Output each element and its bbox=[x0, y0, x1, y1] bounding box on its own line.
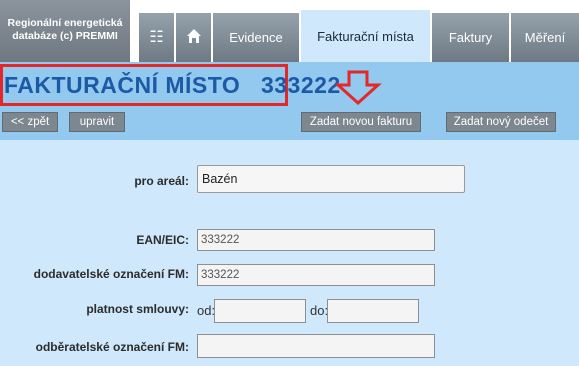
areal-label: pro areál: bbox=[134, 174, 189, 188]
tab-faktury-label: Faktury bbox=[448, 30, 493, 45]
home-button[interactable] bbox=[175, 13, 211, 62]
brand-line-1: Regionální energetická bbox=[7, 17, 123, 29]
tab-evidence-label: Evidence bbox=[229, 30, 283, 45]
customer-designation-field[interactable] bbox=[197, 334, 435, 358]
tab-fakturacni-mista-label: Fakturační místa bbox=[317, 28, 414, 44]
tab-faktury[interactable]: Faktury bbox=[431, 13, 509, 62]
validity-to-field[interactable] bbox=[327, 299, 419, 323]
tab-mereni-label: Měření bbox=[524, 30, 566, 45]
supplier-designation-field[interactable]: 333222 bbox=[197, 264, 435, 286]
areal-field[interactable]: Bazén bbox=[197, 165, 465, 193]
ean-field[interactable]: 333222 bbox=[197, 229, 435, 251]
menu-icon: ☷ bbox=[149, 28, 164, 46]
tab-mereni[interactable]: Měření bbox=[510, 13, 579, 62]
to-label: do: bbox=[310, 303, 329, 318]
ean-label: EAN/EIC: bbox=[136, 233, 189, 247]
title-highlight-frame: FAKTURAČNÍ MÍSTO 333222 bbox=[0, 64, 340, 106]
brand-logo: Regionální energetická databáze (c) PREM… bbox=[0, 0, 130, 62]
tab-evidence[interactable]: Evidence bbox=[212, 13, 299, 62]
top-navigation-bar: Regionální energetická databáze (c) PREM… bbox=[0, 0, 579, 62]
contract-validity-label: platnost smlouvy: bbox=[86, 302, 189, 316]
page-title: FAKTURAČNÍ MÍSTO 333222 bbox=[4, 71, 341, 98]
supplier-designation-label: dodavatelské označení FM: bbox=[33, 267, 189, 281]
menu-button[interactable]: ☷ bbox=[138, 13, 174, 62]
brand-line-2: databáze (c) PREMMI bbox=[12, 30, 118, 42]
from-label: od: bbox=[197, 303, 216, 318]
validity-from-field[interactable] bbox=[214, 299, 306, 323]
back-button[interactable]: << zpět bbox=[2, 112, 58, 132]
arrow-down-icon bbox=[334, 70, 382, 106]
tab-fakturacni-mista[interactable]: Fakturační místa bbox=[300, 10, 430, 62]
new-invoice-button[interactable]: Zadat novou fakturu bbox=[301, 112, 421, 132]
customer-designation-label: odběratelské označení FM: bbox=[35, 340, 189, 354]
new-reading-button[interactable]: Zadat nový odečet bbox=[446, 112, 556, 132]
home-icon bbox=[186, 28, 202, 48]
page-header: FAKTURAČNÍ MÍSTO 333222 << zpět upravit … bbox=[0, 62, 579, 140]
edit-button[interactable]: upravit bbox=[69, 112, 125, 132]
